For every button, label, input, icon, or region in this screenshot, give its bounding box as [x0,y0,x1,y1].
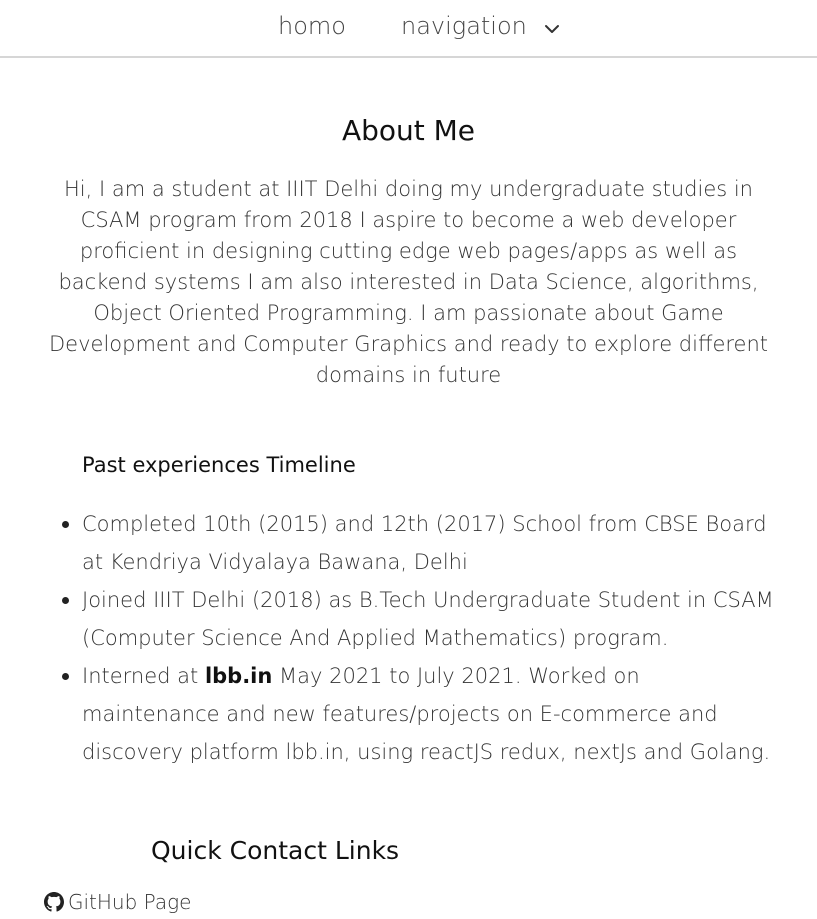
github-page-link[interactable]: GitHub Page [44,890,191,916]
top-navigation-bar: homo navigation [0,0,817,58]
github-page-label: GitHub Page [68,890,192,914]
timeline-list: Completed 10th (2015) and 12th (2017) Sc… [62,505,782,771]
timeline-item-text: Joined IIIT Delhi (2018) as B.Tech Under… [82,588,774,650]
about-title: About Me [341,114,476,147]
timeline-item-prefix: Interned at [82,664,205,688]
timeline-title: Past experiences Timeline [82,453,356,477]
timeline-item: Joined IIIT Delhi (2018) as B.Tech Under… [62,581,782,657]
contact-title: Quick Contact Links [151,836,400,865]
about-description: Hi, I am a student at IIIT Delhi doing m… [49,177,768,387]
chevron-down-icon[interactable] [543,20,561,38]
github-icon [44,892,64,912]
nav-home-link[interactable]: homo [278,12,346,40]
nav-navigation-dropdown[interactable]: navigation [401,12,527,40]
timeline-item: Interned at lbb.in May 2021 to July 2021… [62,657,782,771]
timeline-item: Completed 10th (2015) and 12th (2017) Sc… [62,505,782,581]
timeline-item-text: Completed 10th (2015) and 12th (2017) Sc… [82,512,767,574]
lbb-link[interactable]: lbb.in [205,664,272,688]
